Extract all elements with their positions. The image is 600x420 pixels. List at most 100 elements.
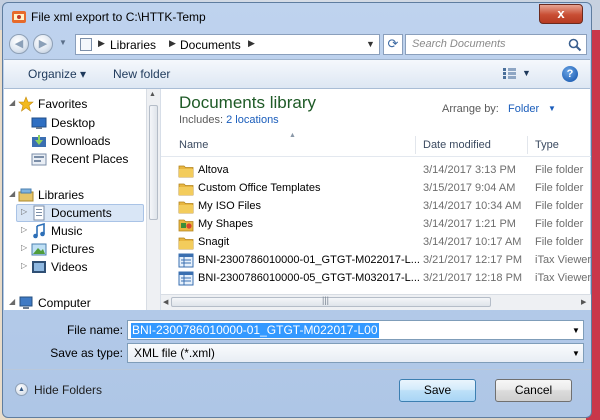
expand-icon[interactable]: ▷ bbox=[21, 225, 27, 234]
sidebar-item-label: Pictures bbox=[51, 242, 95, 256]
collapse-icon[interactable]: ◢ bbox=[9, 189, 15, 198]
file-type: iTax Viewer bbox=[535, 272, 592, 284]
window-title: File xml export to C:\HTTK-Temp bbox=[31, 10, 206, 24]
save-button[interactable]: Save bbox=[399, 379, 476, 402]
file-row[interactable]: Snagit 3/14/2017 10:17 AM File folder bbox=[161, 234, 591, 252]
file-date: 3/21/2017 12:18 PM bbox=[423, 272, 523, 284]
itax-file-icon bbox=[178, 253, 194, 268]
refresh-button[interactable]: ⟳ bbox=[383, 34, 403, 55]
collapse-icon[interactable]: ◢ bbox=[9, 297, 15, 306]
grip-icon: ||| bbox=[322, 295, 330, 305]
scroll-thumb[interactable] bbox=[149, 105, 158, 220]
file-name-input[interactable]: BNI-2300786010000-01_GTGT-M022017-L00 ▼ bbox=[127, 320, 584, 340]
file-type: File folder bbox=[535, 236, 584, 248]
file-row[interactable]: My Shapes 3/14/2017 1:21 PM File folder bbox=[161, 216, 591, 234]
column-header-name[interactable]: Name bbox=[179, 139, 208, 151]
music-icon bbox=[33, 223, 45, 239]
footer-divider bbox=[4, 369, 590, 370]
chevron-right-icon[interactable]: ▶ bbox=[169, 38, 176, 49]
back-button[interactable]: ◀ bbox=[9, 34, 29, 54]
recent-pages-dropdown[interactable]: ▼ bbox=[59, 38, 67, 47]
computer-icon bbox=[19, 296, 33, 309]
scroll-thumb[interactable]: ||| bbox=[171, 295, 491, 307]
scroll-up-icon[interactable]: ▲ bbox=[149, 91, 156, 98]
view-options-icon[interactable] bbox=[503, 68, 516, 79]
downloads-icon bbox=[32, 135, 46, 147]
file-date: 3/15/2017 9:04 AM bbox=[423, 182, 516, 194]
file-row[interactable]: BNI-2300786010000-01_GTGT-M022017-L... 3… bbox=[161, 252, 591, 270]
file-row[interactable]: BNI-2300786010000-05_GTGT-M032017-L... 3… bbox=[161, 270, 591, 288]
column-header-type[interactable]: Type bbox=[535, 139, 559, 151]
address-dropdown-icon[interactable]: ▼ bbox=[366, 39, 375, 49]
help-icon[interactable]: ? bbox=[562, 66, 578, 82]
chevron-down-icon[interactable]: ▼ bbox=[548, 104, 556, 113]
sidebar-item-label: Computer bbox=[38, 296, 91, 310]
scroll-left-icon[interactable]: ◀ bbox=[163, 298, 168, 306]
search-icon[interactable] bbox=[568, 38, 582, 52]
new-folder-button[interactable]: New folder bbox=[113, 67, 170, 81]
file-name: Snagit bbox=[198, 236, 230, 248]
locations-link[interactable]: 2 locations bbox=[226, 114, 279, 126]
column-header-date-modified[interactable]: Date modified bbox=[423, 139, 491, 151]
library-title: Documents library bbox=[179, 93, 316, 112]
navigation-pane-scrollbar[interactable]: ▲ bbox=[146, 89, 160, 310]
column-divider[interactable] bbox=[415, 136, 416, 154]
save-dialog: File xml export to C:\HTTK-Temp x ◀ ▶ ▼ … bbox=[2, 2, 592, 418]
recent-places-icon bbox=[31, 153, 47, 166]
pictures-icon bbox=[31, 243, 47, 256]
arrange-by-label: Arrange by: bbox=[442, 103, 499, 115]
file-row[interactable]: Custom Office Templates 3/15/2017 9:04 A… bbox=[161, 180, 591, 198]
file-name: BNI-2300786010000-01_GTGT-M022017-L... bbox=[198, 254, 420, 266]
star-icon bbox=[18, 96, 34, 112]
view-dropdown-icon[interactable]: ▼ bbox=[522, 68, 531, 78]
folder-icon bbox=[178, 201, 194, 214]
cancel-button[interactable]: Cancel bbox=[495, 379, 572, 402]
sidebar-item-label: Favorites bbox=[38, 97, 88, 111]
organize-menu[interactable]: Organize ▾ bbox=[28, 67, 86, 81]
arrange-by-dropdown[interactable]: Folder bbox=[508, 103, 539, 115]
navigation-bar: ◀ ▶ ▼ ▶ Libraries ▶ Documents ▶ ▼ ⟳ Sear… bbox=[3, 31, 591, 57]
chevron-down-icon[interactable]: ▼ bbox=[572, 326, 580, 335]
collapse-icon[interactable]: ◢ bbox=[9, 98, 15, 107]
file-type: iTax Viewer bbox=[535, 254, 592, 266]
chevron-right-icon[interactable]: ▶ bbox=[248, 38, 255, 49]
sidebar-item-label: Recent Places bbox=[51, 152, 129, 166]
file-name: My ISO Files bbox=[198, 200, 261, 212]
file-row[interactable]: Altova 3/14/2017 3:13 PM File folder bbox=[161, 162, 591, 180]
address-bar[interactable]: ▶ Libraries ▶ Documents ▶ ▼ bbox=[75, 34, 380, 55]
desktop-icon bbox=[31, 117, 47, 129]
search-input[interactable]: Search Documents bbox=[405, 34, 587, 55]
itax-file-icon bbox=[178, 271, 194, 286]
navigation-pane: ◢ Favorites Desktop Downloads Recent Pla… bbox=[4, 89, 160, 310]
folder-icon bbox=[178, 237, 194, 250]
save-type-select[interactable]: XML file (*.xml) ▼ bbox=[127, 343, 584, 363]
breadcrumb-documents[interactable]: Documents bbox=[180, 38, 241, 52]
library-location-icon bbox=[80, 38, 92, 51]
sidebar-item-label: Desktop bbox=[51, 116, 96, 130]
forward-button[interactable]: ▶ bbox=[33, 34, 53, 54]
expand-icon[interactable]: ▷ bbox=[21, 207, 27, 216]
close-button[interactable]: x bbox=[539, 4, 583, 24]
file-type: File folder bbox=[535, 164, 584, 176]
app-icon bbox=[12, 11, 26, 23]
includes-label: Includes: bbox=[179, 114, 224, 126]
column-divider[interactable] bbox=[527, 136, 528, 154]
expand-icon[interactable]: ▷ bbox=[21, 261, 27, 270]
file-name-value[interactable]: BNI-2300786010000-01_GTGT-M022017-L00 bbox=[131, 323, 379, 338]
libraries-icon bbox=[18, 188, 34, 202]
file-date: 3/14/2017 1:21 PM bbox=[423, 218, 516, 230]
file-row[interactable]: My ISO Files 3/14/2017 10:34 AM File fol… bbox=[161, 198, 591, 216]
file-list-pane: Documents library Includes: 2 locations … bbox=[160, 89, 591, 310]
file-name: My Shapes bbox=[198, 218, 254, 230]
breadcrumb-libraries[interactable]: Libraries bbox=[110, 38, 156, 52]
horizontal-scrollbar[interactable]: ◀ ||| ▶ bbox=[161, 294, 591, 310]
file-date: 3/21/2017 12:17 PM bbox=[423, 254, 523, 266]
chevron-right-icon[interactable]: ▶ bbox=[98, 38, 105, 49]
chevron-down-icon[interactable]: ▼ bbox=[572, 349, 580, 358]
sidebar-item-label: Music bbox=[51, 224, 83, 238]
sidebar-item-label: Libraries bbox=[38, 188, 85, 202]
file-date: 3/14/2017 10:34 AM bbox=[423, 200, 522, 212]
scroll-right-icon[interactable]: ▶ bbox=[581, 298, 586, 306]
expand-icon[interactable]: ▷ bbox=[21, 243, 27, 252]
hide-folders-label: Hide Folders bbox=[34, 383, 103, 397]
